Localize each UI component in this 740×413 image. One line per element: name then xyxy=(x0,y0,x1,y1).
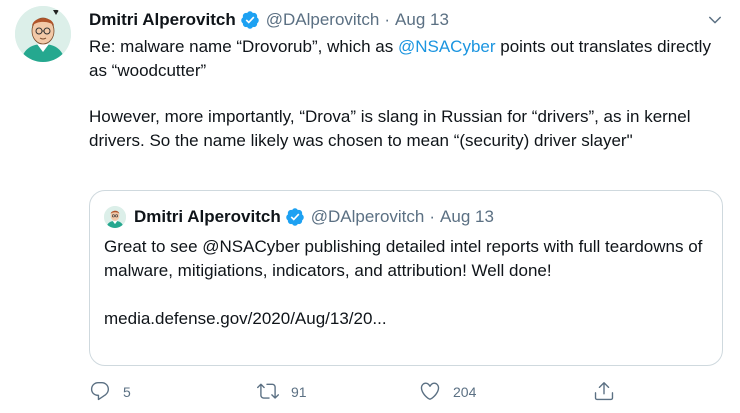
quoted-tweet[interactable]: Dmitri Alperovitch @DAlperovitch · Aug 1… xyxy=(89,190,723,366)
quoted-tweet-date: Aug 13 xyxy=(440,207,494,226)
share-button[interactable] xyxy=(593,380,615,404)
quoted-author-name: Dmitri Alperovitch xyxy=(134,207,281,226)
header-separator: · xyxy=(384,10,391,29)
reply-count: 5 xyxy=(123,384,131,400)
retweet-icon xyxy=(257,380,279,405)
mention-link[interactable]: @NSACyber xyxy=(398,37,496,56)
author-name[interactable]: Dmitri Alperovitch xyxy=(89,10,236,30)
retweet-button[interactable]: 91 xyxy=(257,380,307,404)
reply-button[interactable]: 5 xyxy=(89,380,131,404)
quoted-text: Great to see @NSACyber publishing detail… xyxy=(104,237,703,280)
like-count: 204 xyxy=(453,384,477,400)
quoted-author-avatar xyxy=(104,206,126,228)
heart-icon xyxy=(419,380,441,405)
tweet-paragraph-1: Re: malware name “Drovorub”, which as @N… xyxy=(89,35,725,82)
action-bar: 5 91 204 xyxy=(89,380,629,404)
tweet-paragraph-2: However, more importantly, “Drova” is sl… xyxy=(89,107,691,150)
reply-icon xyxy=(89,380,111,405)
retweet-count: 91 xyxy=(291,384,307,400)
tweet-header: Dmitri Alperovitch @DAlperovitch · Aug 1… xyxy=(89,8,449,32)
verified-badge-icon xyxy=(285,207,305,227)
paragraph-1-before: Re: malware name “Drovorub”, which as xyxy=(89,37,398,56)
verified-badge-icon xyxy=(240,10,260,30)
quoted-header-separator: · xyxy=(429,207,436,226)
tweet-date[interactable]: Aug 13 xyxy=(395,10,449,30)
tweet-text: Re: malware name “Drovorub”, which as @N… xyxy=(89,35,725,152)
quoted-tweet-header: Dmitri Alperovitch @DAlperovitch · Aug 1… xyxy=(104,205,494,229)
tweet[interactable]: Dmitri Alperovitch @DAlperovitch · Aug 1… xyxy=(0,0,740,413)
like-button[interactable]: 204 xyxy=(419,380,476,404)
share-icon xyxy=(593,380,615,405)
quoted-author-handle: @DAlperovitch xyxy=(310,207,425,226)
quoted-link[interactable]: media.defense.gov/2020/Aug/13/20... xyxy=(104,307,704,331)
author-handle[interactable]: @DAlperovitch xyxy=(266,10,380,30)
chevron-down-icon[interactable] xyxy=(704,10,726,30)
quoted-tweet-text: Great to see @NSACyber publishing detail… xyxy=(104,235,704,331)
author-avatar[interactable] xyxy=(15,6,71,62)
